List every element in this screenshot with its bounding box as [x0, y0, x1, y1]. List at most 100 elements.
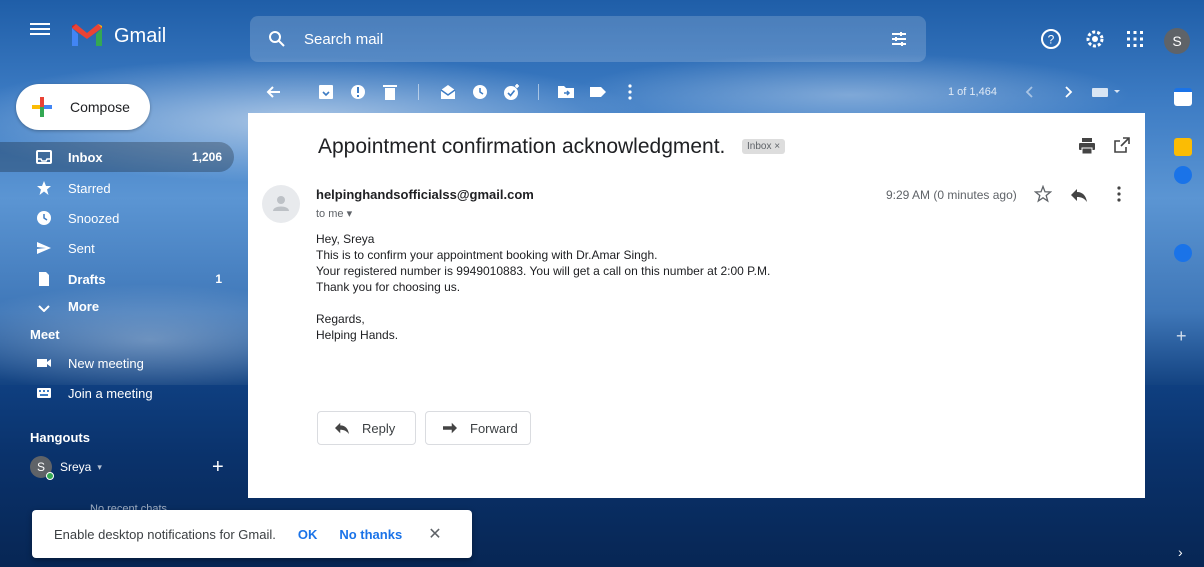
hangouts-avatar-initial: S	[36, 460, 45, 474]
tune-icon[interactable]	[890, 30, 908, 48]
account-avatar[interactable]: S	[1164, 28, 1190, 54]
hangouts-user[interactable]: S Sreya ▾	[30, 456, 102, 480]
move-to-icon[interactable]	[556, 82, 576, 102]
sidebar-item-inbox[interactable]: Inbox 1,206	[0, 142, 234, 172]
label-icon[interactable]	[588, 82, 608, 102]
compose-label: Compose	[70, 99, 130, 115]
unread-count: 1,206	[191, 150, 222, 164]
gmail-logo[interactable]: Gmail	[70, 24, 166, 48]
signoff-line: Regards,	[316, 312, 365, 326]
new-meeting-button[interactable]: New meeting	[0, 348, 234, 378]
body-line: Your registered number is 9949010883. Yo…	[316, 264, 771, 278]
star-icon	[37, 181, 51, 195]
sidebar-item-label: More	[68, 299, 100, 312]
app-name: Gmail	[114, 24, 167, 47]
expand-panel-icon[interactable]: ›	[1178, 544, 1183, 560]
menu-icon[interactable]	[30, 20, 50, 40]
sidebar-item-label: Starred	[68, 180, 111, 196]
draft-count: 1	[215, 272, 222, 286]
side-panel: + ›	[1160, 64, 1204, 567]
sidebar-item-label: Snoozed	[68, 210, 120, 226]
reply-icon	[335, 422, 349, 435]
contacts-icon[interactable]	[1174, 244, 1192, 262]
signoff-line: Helping Hands.	[316, 328, 399, 342]
search-icon[interactable]	[268, 30, 286, 48]
toast-ok-button[interactable]: OK	[298, 527, 318, 542]
sender-avatar[interactable]	[262, 185, 300, 223]
pagination-text: 1 of 1,464	[948, 86, 997, 98]
send-icon	[37, 242, 51, 254]
sidebar-item-label: Inbox	[68, 149, 103, 165]
back-arrow-icon[interactable]	[264, 82, 284, 102]
hangouts-user-name: Sreya	[60, 460, 92, 474]
settings-icon[interactable]	[1084, 28, 1106, 50]
print-icon[interactable]	[1078, 137, 1096, 155]
join-meeting-button[interactable]: Join a meeting	[0, 378, 234, 408]
toast-no-thanks-button[interactable]: No thanks	[339, 527, 402, 542]
hangouts-avatar: S	[30, 456, 54, 480]
inbox-icon	[36, 150, 52, 164]
get-addons-icon[interactable]: +	[1176, 326, 1187, 347]
sidebar-item-more[interactable]: More	[0, 294, 234, 312]
reply-button[interactable]: Reply	[317, 411, 416, 445]
sidebar-item-starred[interactable]: Starred	[0, 173, 234, 203]
sender-email[interactable]: helpinghandsofficialss@gmail.com	[316, 187, 534, 202]
compose-button[interactable]: Compose	[16, 84, 150, 130]
forward-label: Forward	[470, 420, 518, 436]
sidebar-item-label: Sent	[68, 240, 95, 256]
tasks-icon[interactable]	[1174, 166, 1192, 184]
draft-icon	[39, 272, 49, 286]
meet-section-title: Meet	[30, 327, 60, 342]
input-tools-icon[interactable]	[1090, 82, 1126, 102]
gmail-logo-icon	[72, 24, 102, 46]
mark-unread-icon[interactable]	[438, 82, 458, 102]
reply-label: Reply	[362, 420, 396, 436]
email-view: Appointment confirmation acknowledgment.…	[248, 113, 1145, 498]
star-icon[interactable]	[1034, 185, 1052, 203]
apps-icon[interactable]	[1124, 28, 1146, 50]
sidebar-item-label: Drafts	[68, 271, 106, 287]
notification-toast: Enable desktop notifications for Gmail. …	[32, 510, 472, 558]
hangouts-section-title: Hangouts	[30, 430, 90, 445]
toolbar-divider	[418, 84, 419, 100]
recipients-toggle[interactable]: to me ▾	[316, 207, 352, 220]
top-header: Gmail Search mail ? S	[0, 0, 1204, 64]
archive-icon[interactable]	[316, 82, 336, 102]
help-icon[interactable]: ?	[1040, 28, 1062, 50]
more-vert-icon[interactable]	[620, 82, 640, 102]
toolbar-divider	[538, 84, 539, 100]
close-icon[interactable]: ✕	[428, 524, 441, 544]
forward-button[interactable]: Forward	[425, 411, 531, 445]
hangouts-dropdown-icon[interactable]: ▾	[97, 462, 102, 473]
sidebar-item-sent[interactable]: Sent	[0, 233, 234, 263]
reply-icon[interactable]	[1070, 187, 1088, 203]
chevron-down-icon	[38, 305, 50, 312]
video-icon	[37, 359, 51, 367]
more-vert-icon[interactable]	[1114, 185, 1124, 203]
add-task-icon[interactable]	[502, 82, 522, 102]
plus-icon	[32, 97, 52, 117]
search-input[interactable]: Search mail	[304, 31, 383, 48]
body-line: Hey, Sreya	[316, 232, 375, 246]
join-meeting-label: Join a meeting	[68, 385, 153, 401]
sidebar-item-snoozed[interactable]: Snoozed	[0, 203, 234, 233]
report-spam-icon[interactable]	[348, 82, 368, 102]
prev-icon[interactable]	[1020, 82, 1040, 102]
body-line: Thank you for choosing us.	[316, 280, 461, 294]
snooze-icon[interactable]	[470, 82, 490, 102]
new-chat-button[interactable]: +	[212, 456, 224, 479]
person-icon	[273, 196, 289, 211]
forward-icon	[443, 422, 457, 434]
svg-text:?: ?	[1048, 33, 1055, 47]
open-new-window-icon[interactable]	[1114, 137, 1130, 153]
inbox-label-chip[interactable]: Inbox ×	[742, 139, 786, 154]
calendar-icon[interactable]	[1174, 88, 1192, 106]
delete-icon[interactable]	[380, 82, 400, 102]
email-body: Hey, Sreya This is to confirm your appoi…	[316, 231, 770, 343]
clock-icon	[37, 211, 51, 225]
next-icon[interactable]	[1058, 82, 1078, 102]
search-bar[interactable]: Search mail	[250, 16, 926, 62]
keep-icon[interactable]	[1174, 138, 1192, 156]
message-toolbar: 1 of 1,464	[250, 80, 1170, 108]
sidebar-item-drafts[interactable]: Drafts 1	[0, 264, 234, 294]
